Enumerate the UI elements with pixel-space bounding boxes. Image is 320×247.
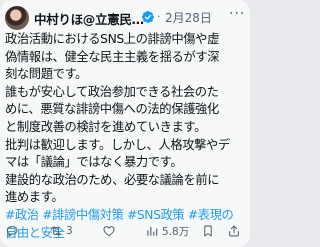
more-options-icon[interactable]: ··· [229, 6, 245, 22]
post-line: 進めます。 [5, 190, 64, 205]
post-line: 刻な問題です。 [5, 67, 88, 82]
retweet-button[interactable]: 3 [49, 222, 73, 240]
verified-badge-icon [141, 9, 155, 24]
avatar[interactable] [5, 6, 29, 30]
retweet-icon [51, 226, 61, 236]
separator-dot: · [157, 10, 161, 23]
post-line: 偽情報は、健全な民主主義を揺るがす深 [5, 49, 220, 64]
post-line: めに、悪質な誹謗中傷への法的保護強化 [5, 102, 219, 117]
post-line: と制度改善の検討を進めていきます。 [5, 119, 207, 134]
post-line: マは「議論」ではなく暴力です。 [5, 155, 183, 170]
like-button[interactable] [102, 222, 116, 240]
reply-button[interactable] [5, 222, 19, 240]
post-body: 政治活動におけるSNS上の誹謗中傷や虚 偽情報は、健全な民主主義を揺るがす深 刻… [5, 31, 249, 242]
bookmark-button[interactable] [201, 222, 215, 240]
post-line: 批判は歓迎します。しかし、人格攻撃やデ [5, 137, 230, 152]
share-button[interactable] [227, 222, 241, 240]
post-line: 建設的な政治のため、必要な議論を前に [5, 172, 220, 187]
heart-icon [103, 226, 115, 237]
retweet-count: 3 [66, 225, 73, 237]
views-count: 5.8万 [162, 225, 190, 238]
bookmark-icon [204, 225, 212, 237]
views-icon [147, 226, 158, 236]
author-name[interactable]: 中村りほ@立憲民… [34, 9, 144, 28]
share-icon [229, 225, 239, 237]
post-header: 中村りほ@立憲民… · 2月28日 ··· [5, 6, 245, 32]
post-card[interactable]: 中村りほ@立憲民… · 2月28日 ··· 政治活動におけるSNS上の誹謗中傷や… [0, 0, 250, 247]
post-date[interactable]: 2月28日 [165, 9, 212, 26]
action-bar: 3 5.8万 [5, 222, 245, 240]
views-button[interactable]: 5.8万 [145, 222, 189, 240]
post-line: 誰もが安心して政治参加できる社会のた [5, 84, 219, 99]
reply-icon [6, 226, 18, 237]
post-line: 政治活動におけるSNS上の誹謗中傷や虚 [5, 32, 219, 46]
